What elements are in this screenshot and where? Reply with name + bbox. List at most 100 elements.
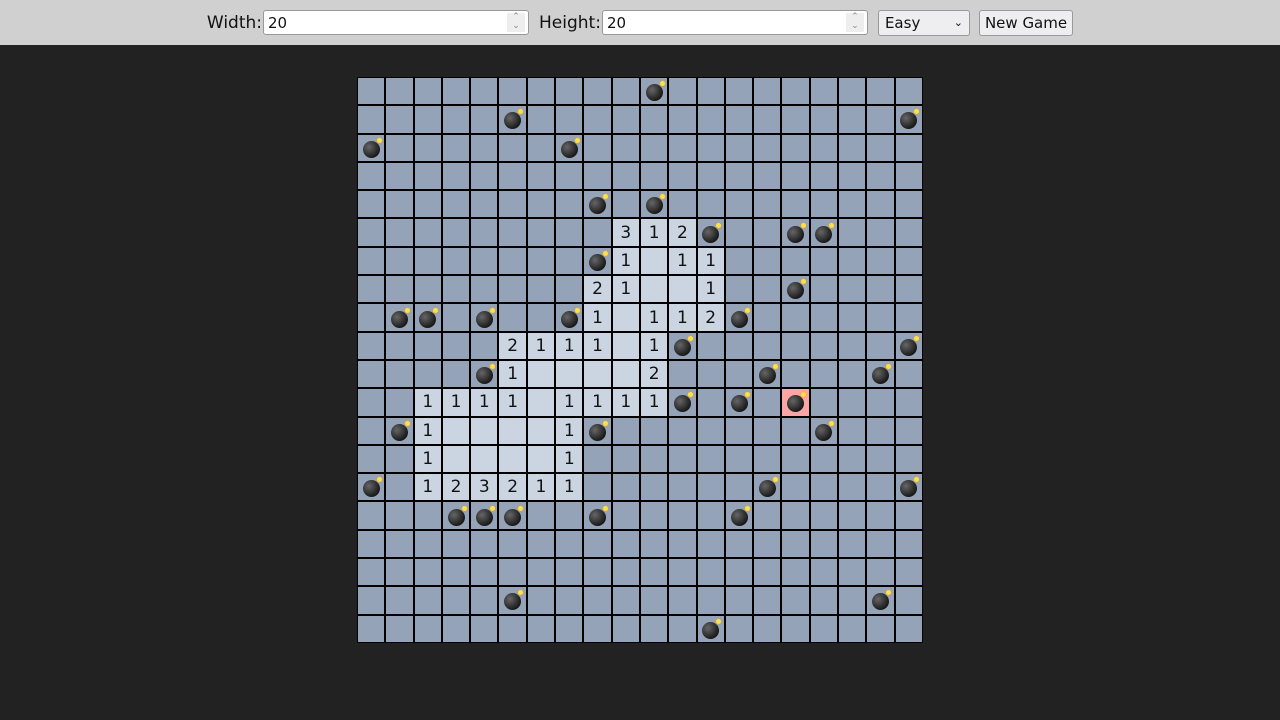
cell-number[interactable]: 1 — [442, 389, 470, 416]
cell-hidden[interactable] — [358, 247, 385, 275]
cell-hidden[interactable] — [895, 219, 922, 246]
cell-hidden[interactable] — [810, 191, 838, 218]
cell-hidden[interactable] — [839, 276, 866, 303]
cell-hidden[interactable] — [358, 162, 385, 190]
cell-hidden[interactable] — [839, 360, 866, 388]
cell-number[interactable]: 1 — [640, 332, 668, 359]
cell-hidden[interactable] — [386, 106, 413, 133]
cell-number[interactable]: 1 — [556, 389, 583, 416]
cell-hidden[interactable] — [471, 162, 498, 190]
cell-hidden[interactable] — [867, 276, 894, 303]
cell-hidden[interactable] — [527, 502, 555, 529]
cell-hidden[interactable] — [527, 134, 555, 161]
cell-hidden[interactable] — [471, 587, 498, 614]
cell-hidden[interactable] — [839, 530, 866, 558]
cell-hidden[interactable] — [556, 106, 583, 133]
cell-hidden[interactable] — [386, 530, 413, 558]
cell-hidden[interactable] — [895, 191, 922, 218]
cell-hidden[interactable] — [669, 474, 696, 501]
cell-hidden[interactable] — [782, 502, 809, 529]
cell-hidden[interactable] — [358, 445, 385, 473]
cell-hidden[interactable] — [895, 304, 922, 331]
cell-hidden[interactable] — [810, 474, 838, 501]
cell-mine[interactable] — [810, 219, 838, 246]
cell-hidden[interactable] — [867, 559, 894, 586]
cell-hidden[interactable] — [895, 360, 922, 388]
cell-revealed[interactable] — [442, 445, 470, 473]
cell-hidden[interactable] — [697, 360, 724, 388]
cell-hidden[interactable] — [527, 106, 555, 133]
cell-number[interactable]: 3 — [471, 474, 498, 501]
cell-hidden[interactable] — [810, 502, 838, 529]
cell-hidden[interactable] — [754, 332, 781, 359]
cell-hidden[interactable] — [386, 332, 413, 359]
cell-revealed[interactable] — [612, 360, 639, 388]
cell-hidden[interactable] — [584, 615, 611, 642]
cell-hidden[interactable] — [584, 559, 611, 586]
cell-hidden[interactable] — [386, 247, 413, 275]
cell-hidden[interactable] — [640, 587, 668, 614]
cell-number[interactable]: 2 — [669, 219, 696, 246]
cell-revealed[interactable] — [499, 445, 526, 473]
cell-number[interactable]: 1 — [471, 389, 498, 416]
cell-hidden[interactable] — [414, 219, 441, 246]
cell-hidden[interactable] — [414, 559, 441, 586]
cell-hidden[interactable] — [414, 191, 441, 218]
cell-hidden[interactable] — [612, 559, 639, 586]
cell-hidden[interactable] — [895, 615, 922, 642]
cell-hidden[interactable] — [358, 191, 385, 218]
cell-mine[interactable] — [697, 219, 724, 246]
cell-hidden[interactable] — [810, 615, 838, 642]
cell-mine[interactable] — [669, 389, 696, 416]
cell-hidden[interactable] — [386, 78, 413, 105]
cell-hidden[interactable] — [782, 247, 809, 275]
cell-hidden[interactable] — [810, 559, 838, 586]
cell-hidden[interactable] — [442, 530, 470, 558]
cell-hidden[interactable] — [839, 134, 866, 161]
cell-number[interactable]: 1 — [414, 445, 441, 473]
cell-hidden[interactable] — [867, 502, 894, 529]
cell-hidden[interactable] — [612, 162, 639, 190]
cell-revealed[interactable] — [442, 417, 470, 444]
cell-hidden[interactable] — [867, 191, 894, 218]
cell-hidden[interactable] — [697, 559, 724, 586]
cell-hidden[interactable] — [725, 191, 753, 218]
cell-hidden[interactable] — [782, 530, 809, 558]
cell-hidden[interactable] — [839, 247, 866, 275]
cell-hidden[interactable] — [556, 78, 583, 105]
cell-hidden[interactable] — [442, 219, 470, 246]
cell-hidden[interactable] — [612, 78, 639, 105]
cell-hidden[interactable] — [669, 417, 696, 444]
cell-mine[interactable] — [358, 474, 385, 501]
cell-hidden[interactable] — [810, 134, 838, 161]
cell-hidden[interactable] — [358, 304, 385, 331]
cell-hidden[interactable] — [697, 162, 724, 190]
cell-hidden[interactable] — [556, 530, 583, 558]
cell-hidden[interactable] — [442, 162, 470, 190]
cell-hidden[interactable] — [640, 530, 668, 558]
cell-hidden[interactable] — [810, 276, 838, 303]
cell-number[interactable]: 1 — [612, 389, 639, 416]
difficulty-select[interactable]: Easy ⌄ — [877, 9, 970, 36]
cell-hidden[interactable] — [839, 559, 866, 586]
cell-hidden[interactable] — [782, 332, 809, 359]
cell-hidden[interactable] — [697, 445, 724, 473]
cell-hidden[interactable] — [895, 587, 922, 614]
cell-hidden[interactable] — [640, 559, 668, 586]
cell-hidden[interactable] — [725, 587, 753, 614]
cell-hidden[interactable] — [895, 162, 922, 190]
cell-hidden[interactable] — [669, 78, 696, 105]
cell-mine[interactable] — [754, 474, 781, 501]
cell-hidden[interactable] — [527, 276, 555, 303]
cell-hidden[interactable] — [895, 78, 922, 105]
cell-revealed[interactable] — [471, 417, 498, 444]
cell-hidden[interactable] — [782, 559, 809, 586]
cell-hidden[interactable] — [640, 106, 668, 133]
cell-hidden[interactable] — [895, 247, 922, 275]
cell-hidden[interactable] — [358, 360, 385, 388]
cell-hidden[interactable] — [754, 162, 781, 190]
cell-hidden[interactable] — [442, 615, 470, 642]
cell-mine[interactable] — [556, 134, 583, 161]
cell-hidden[interactable] — [782, 445, 809, 473]
cell-mine[interactable] — [782, 276, 809, 303]
